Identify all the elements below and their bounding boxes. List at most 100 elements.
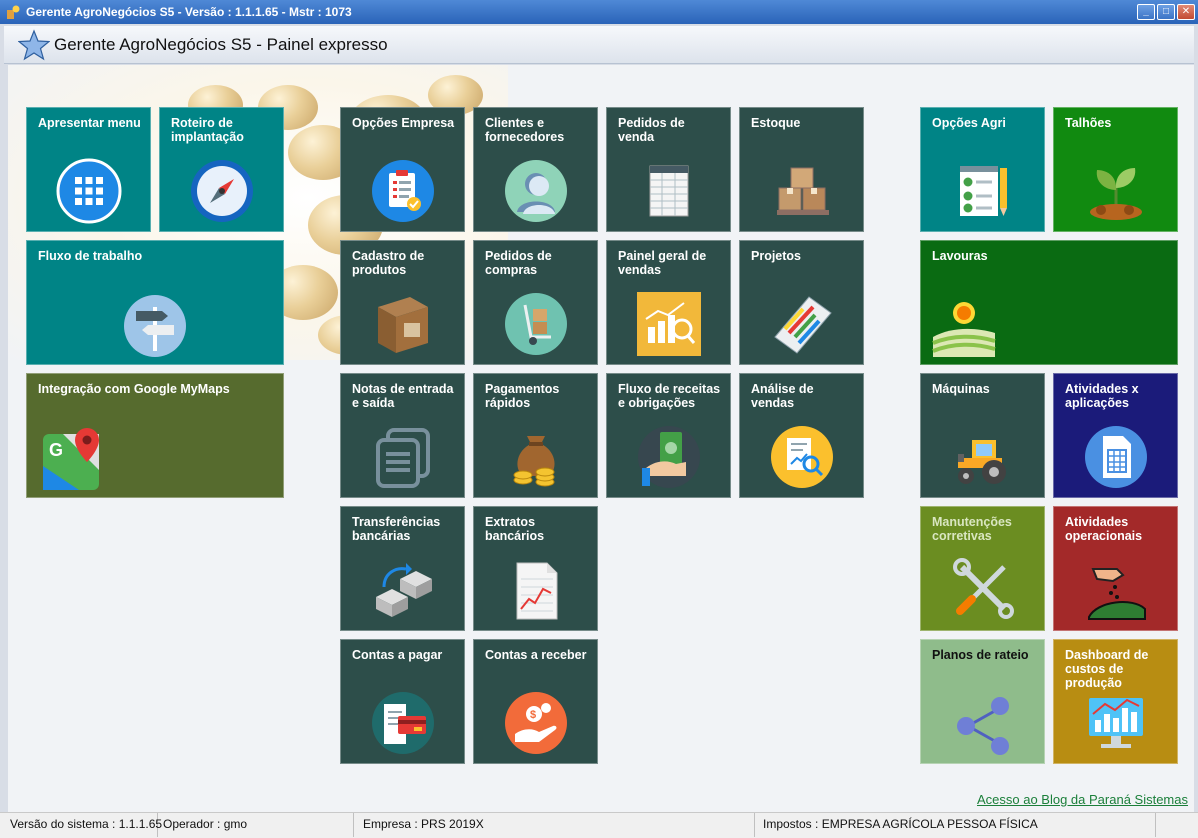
tile-fluxo-receitas[interactable]: Fluxo de receitas e obrigações: [606, 373, 731, 498]
tile-pedidos-compras[interactable]: Pedidos de compras: [473, 240, 598, 365]
compass-icon: [190, 160, 253, 222]
statement-icon: [516, 562, 557, 620]
tile-opcoes-agri[interactable]: Opções Agri: [920, 107, 1045, 232]
tile-atividades-aplicacoes[interactable]: Atividades x aplicações: [1053, 373, 1178, 498]
tile-extratos-bancarios[interactable]: Extratos bancários: [473, 506, 598, 631]
seeding-icon: [1087, 568, 1146, 620]
close-button[interactable]: ✕: [1177, 4, 1195, 20]
checklist-icon: [959, 166, 1007, 216]
status-operador: Operador : gmo: [159, 813, 354, 837]
tile-label: Pedidos de venda: [618, 116, 685, 144]
tile-manutencoes-corretivas[interactable]: Manutenções corretivas: [920, 506, 1045, 631]
tile-label: Roteiro de implantação: [171, 116, 244, 144]
tile-label: Análise de vendas: [751, 382, 814, 410]
tile-label: Manutenções corretivas: [932, 515, 1012, 543]
status-empty: [1158, 813, 1198, 837]
tile-pagamentos-rapidos[interactable]: Pagamentos rápidos: [473, 373, 598, 498]
tile-planos-rateio[interactable]: Planos de rateio: [920, 639, 1045, 764]
bill-card-icon: [371, 692, 434, 754]
tile-label: Apresentar menu: [38, 116, 141, 130]
sprout-icon: [1089, 168, 1142, 220]
signpost-icon: [124, 295, 186, 357]
documents-icon: [375, 428, 430, 488]
tile-apresentar-menu[interactable]: Apresentar menu: [26, 107, 151, 232]
tile-dashboard-custos[interactable]: Dashboard de custos de produção: [1053, 639, 1178, 764]
tile-analise-vendas[interactable]: Análise de vendas: [739, 373, 864, 498]
tile-label: Contas a pagar: [352, 648, 443, 662]
tile-label: Talhões: [1065, 116, 1112, 130]
dashboard-icon: [1088, 698, 1143, 748]
money-bag-icon: [513, 436, 555, 487]
main-panel: Apresentar menu Roteiro de implantação F…: [8, 65, 1194, 815]
clipboard-icon: [371, 160, 434, 222]
sales-chart-icon: [636, 292, 701, 356]
tractor-icon: [957, 440, 1006, 484]
tile-label: Pagamentos rápidos: [485, 382, 560, 410]
bank-transfer-icon: [375, 563, 432, 617]
status-empresa: Empresa : PRS 2019X: [359, 813, 755, 837]
svg-text:$: $: [530, 709, 536, 721]
status-impostos: Impostos : EMPRESA AGRÍCOLA PESSOA FÍSIC…: [759, 813, 1156, 837]
tile-clientes-fornecedores[interactable]: Clientes e fornecedores: [473, 107, 598, 232]
tile-label: Dashboard de custos de produção: [1065, 648, 1149, 690]
tile-contas-pagar[interactable]: Contas a pagar: [340, 639, 465, 764]
tile-transferencias-bancarias[interactable]: Transferências bancárias: [340, 506, 465, 631]
tile-label: Contas a receber: [485, 648, 587, 662]
tile-label: Painel geral de vendas: [618, 249, 707, 277]
tile-label: Planos de rateio: [932, 648, 1029, 662]
tile-label: Extratos bancários: [485, 515, 545, 543]
window-title: Gerente AgroNegócios S5 - Versão : 1.1.1…: [26, 5, 352, 19]
maximize-button[interactable]: □: [1157, 4, 1175, 20]
hand-truck-icon: [504, 293, 567, 355]
coin-hand-icon: $: [504, 692, 567, 754]
crate-icon: [377, 297, 428, 353]
tile-label: Opções Empresa: [352, 116, 455, 130]
sheet-icon: [1084, 426, 1147, 488]
tile-label: Lavouras: [932, 249, 988, 263]
app-icon: [7, 5, 20, 19]
tile-atividades-operacionais[interactable]: Atividades operacionais: [1053, 506, 1178, 631]
tile-label: Cadastro de produtos: [352, 249, 425, 277]
cash-hand-icon: [637, 426, 700, 488]
tile-estoque[interactable]: Estoque: [739, 107, 864, 232]
tile-label: Integração com Google MyMaps: [38, 382, 230, 396]
tools-icon: [952, 558, 1014, 619]
window-titlebar: Gerente AgroNegócios S5 - Versão : 1.1.1…: [0, 0, 1198, 24]
tile-label: Transferências bancárias: [352, 515, 441, 543]
status-bar: Versão do sistema : 1.1.1.65 Operador : …: [0, 812, 1198, 838]
star-icon: [18, 29, 50, 61]
tile-painel-geral-vendas[interactable]: Painel geral de vendas: [606, 240, 731, 365]
blog-link[interactable]: Acesso ao Blog da Paraná Sistemas: [977, 792, 1188, 807]
tile-maquinas[interactable]: Máquinas: [920, 373, 1045, 498]
tile-label: Opções Agri: [932, 116, 1006, 130]
tile-label: Fluxo de receitas e obrigações: [618, 382, 721, 410]
tile-opcoes-empresa[interactable]: Opções Empresa: [340, 107, 465, 232]
tile-cadastro-produtos[interactable]: Cadastro de produtos: [340, 240, 465, 365]
person-icon: [504, 160, 567, 222]
tile-roteiro-implantacao[interactable]: Roteiro de implantação: [159, 107, 284, 232]
tile-google-mymaps[interactable]: Integração com Google MyMaps G: [26, 373, 284, 498]
tile-notas-entrada-saida[interactable]: Notas de entrada e saída: [340, 373, 465, 498]
tile-label: Pedidos de compras: [485, 249, 552, 277]
tile-label: Máquinas: [932, 382, 990, 396]
header-bar: Gerente AgroNegócios S5 - Painel express…: [4, 26, 1194, 64]
grid-menu-icon: [56, 158, 121, 224]
tile-label: Fluxo de trabalho: [38, 249, 143, 263]
tile-projetos[interactable]: Projetos: [739, 240, 864, 365]
boxes-icon: [776, 167, 829, 215]
tile-label: Atividades operacionais: [1065, 515, 1143, 543]
tile-lavouras[interactable]: Lavouras: [920, 240, 1178, 365]
page-title: Gerente AgroNegócios S5 - Painel express…: [54, 35, 388, 54]
tile-pedidos-venda[interactable]: Pedidos de venda: [606, 107, 731, 232]
status-versao: Versão do sistema : 1.1.1.65: [6, 813, 162, 837]
svg-text:G: G: [49, 440, 63, 460]
minimize-button[interactable]: _: [1137, 4, 1155, 20]
tile-label: Estoque: [751, 116, 801, 130]
google-maps-icon: G: [43, 428, 99, 490]
tile-contas-receber[interactable]: Contas a receber $: [473, 639, 598, 764]
tile-label: Clientes e fornecedores: [485, 116, 565, 144]
tile-fluxo-trabalho[interactable]: Fluxo de trabalho: [26, 240, 284, 365]
report-search-icon: [770, 426, 833, 488]
spreadsheet-icon: [649, 165, 688, 217]
tile-talhoes[interactable]: Talhões: [1053, 107, 1178, 232]
